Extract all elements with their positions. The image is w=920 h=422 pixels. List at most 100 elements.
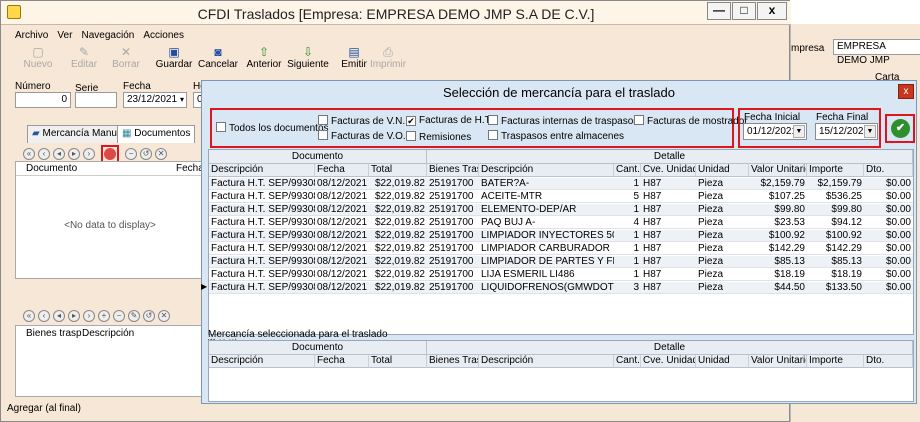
tab-documentos[interactable]: ▦ Documentos: [117, 125, 196, 143]
band-detalle: Detalle: [427, 341, 913, 355]
table-row[interactable]: Factura H.T. SEP/99308 08/12/2021 $22,019.…: [209, 217, 913, 229]
imprimir-button[interactable]: ⎙ Imprimir: [365, 45, 411, 73]
col-cve-unidad[interactable]: Cve. Unidad: [641, 355, 696, 368]
minimize-button[interactable]: —: [707, 2, 731, 20]
fecha-field[interactable]: 23/12/2021 ▾: [123, 92, 187, 108]
cell-valor-unitario: $18.19: [774, 269, 805, 280]
menu-acciones[interactable]: Acciones: [143, 30, 184, 41]
accept-button[interactable]: ✔: [891, 119, 910, 138]
anterior-button[interactable]: ⇧ Anterior: [241, 45, 287, 73]
next-page-icon[interactable]: ›: [83, 148, 95, 160]
grid-icon: ▦: [122, 128, 132, 139]
undo-icon[interactable]: ↺: [143, 310, 155, 322]
cell-cve-unidad: H87: [643, 191, 662, 202]
first-icon[interactable]: «: [23, 148, 35, 160]
facturas-vo-checkbox[interactable]: Facturas de V.O.: [318, 130, 406, 142]
remove-icon[interactable]: −: [125, 148, 138, 160]
table-row[interactable]: Factura H.T. SEP/99308 08/12/2021 $22,019.…: [209, 204, 913, 216]
col-bienes-trasp[interactable]: Bienes Trasp: [427, 164, 479, 177]
facturas-vn-checkbox[interactable]: Facturas de V.N.: [318, 115, 405, 127]
col-importe[interactable]: Importe: [807, 355, 864, 368]
numero-field[interactable]: 0: [15, 92, 71, 108]
todos-documentos-checkbox[interactable]: Todos los documentos: [216, 122, 329, 134]
col-fecha[interactable]: Fecha: [315, 164, 369, 177]
col-descripcion-detalle[interactable]: Descripción: [479, 164, 614, 177]
col-valor-unitario[interactable]: Valor Unitario: [749, 164, 807, 177]
facturas-ht-checkbox[interactable]: ✔ Facturas de H.T.: [406, 115, 492, 126]
guardar-button[interactable]: ▣ Guardar: [151, 45, 197, 73]
cell-descripcion-detalle: ACEITE-MTR: [481, 191, 543, 202]
col-cve-unidad[interactable]: Cve. Unidad: [641, 164, 696, 177]
documents-grid[interactable]: Documento Fecha <No data to display>: [15, 161, 205, 279]
cell-dto: $0.00: [885, 282, 911, 293]
col-dto[interactable]: Dto.: [864, 355, 913, 368]
menu-navegacion[interactable]: Navegación: [82, 30, 135, 41]
cancelar-button[interactable]: ◙ Cancelar: [195, 45, 241, 73]
menu-ver[interactable]: Ver: [57, 30, 72, 41]
cell-total: $22,019.82: [374, 178, 425, 189]
col-valor-unitario[interactable]: Valor Unitario: [749, 355, 807, 368]
col-dto[interactable]: Dto.: [864, 164, 913, 177]
table-row[interactable]: Factura H.T. SEP/99308 08/12/2021 $22,019.…: [201, 282, 913, 294]
col-bienes-trasp: Bienes trasp: [26, 328, 82, 339]
siguiente-button[interactable]: ⇩ Siguiente: [285, 45, 331, 73]
col-unidad[interactable]: Unidad: [696, 164, 749, 177]
close-button[interactable]: x: [757, 2, 787, 20]
table-row[interactable]: Factura H.T. SEP/99308 08/12/2021 $22,019.…: [209, 269, 913, 281]
table-row[interactable]: Factura H.T. SEP/99308 08/12/2021 $22,019.…: [209, 243, 913, 255]
undo-icon[interactable]: ↺: [140, 148, 153, 160]
cell-dto: $0.00: [885, 230, 911, 241]
remove-icon[interactable]: −: [113, 310, 125, 322]
table-row[interactable]: Factura H.T. SEP/99308 08/12/2021 $22,019.…: [209, 256, 913, 268]
col-unidad[interactable]: Unidad: [696, 355, 749, 368]
col-cant[interactable]: Cant.: [614, 355, 641, 368]
col-descripcion[interactable]: Descripción: [209, 355, 315, 368]
col-descripcion-detalle[interactable]: Descripción: [479, 355, 614, 368]
selected-items-grid[interactable]: Documento Detalle Descripción Fecha Total Bie…: [208, 340, 914, 402]
col-total[interactable]: Total: [369, 164, 427, 177]
next-icon[interactable]: ▸: [68, 310, 80, 322]
first-icon[interactable]: «: [23, 310, 35, 322]
fecha-final-picker[interactable]: 15/12/2021 ▼: [815, 123, 878, 140]
chevron-down-icon: ▼: [864, 125, 876, 138]
next-icon[interactable]: ▸: [68, 148, 80, 160]
cell-dto: $0.00: [885, 256, 911, 267]
traspasos-almacenes-checkbox[interactable]: Traspasos entre almacenes: [488, 130, 624, 142]
borrar-button[interactable]: ✕ Borrar: [103, 45, 149, 73]
available-items-grid[interactable]: Documento Detalle Descripción Fecha Total Bie…: [201, 149, 914, 335]
next-page-icon[interactable]: ›: [83, 310, 95, 322]
prev-icon[interactable]: ◂: [53, 148, 65, 160]
table-row[interactable]: Factura H.T. SEP/99308 08/12/2021 $22,019.…: [209, 230, 913, 242]
col-bienes-trasp[interactable]: Bienes Trasp: [427, 355, 479, 368]
empresa-field[interactable]: EMPRESA DEMO JMP: [833, 39, 920, 66]
fecha-inicial-picker[interactable]: 01/12/2021 ▼: [743, 123, 807, 140]
table-row[interactable]: Factura H.T. SEP/99308 08/12/2021 $22,019.…: [209, 191, 913, 203]
cell-cve-unidad: H87: [643, 269, 662, 280]
serie-field[interactable]: [75, 92, 117, 108]
maximize-button[interactable]: □: [732, 2, 756, 20]
prev-page-icon[interactable]: ‹: [38, 310, 50, 322]
facturas-internas-checkbox[interactable]: Facturas internas de traspasos: [488, 115, 638, 127]
edit-icon[interactable]: ✎: [128, 310, 140, 322]
col-importe[interactable]: Importe: [807, 164, 864, 177]
prev-icon[interactable]: ◂: [53, 310, 65, 322]
menu-archivo[interactable]: Archivo: [15, 30, 48, 41]
cell-total: $22,019.82: [374, 217, 425, 228]
nuevo-button[interactable]: ▢ Nuevo: [15, 45, 61, 73]
remisiones-checkbox[interactable]: Remisiones: [406, 131, 471, 143]
table-row[interactable]: Factura H.T. SEP/99308 08/12/2021 $22,019.…: [209, 178, 913, 190]
editar-button[interactable]: ✎ Editar: [61, 45, 107, 73]
add-icon[interactable]: +: [98, 310, 110, 322]
tab-mercancia-manual[interactable]: ▰ Mercancía Manual: [27, 125, 130, 143]
facturas-mostrador-checkbox[interactable]: Facturas de mostrador: [634, 115, 748, 127]
dialog-close-button[interactable]: x: [898, 84, 914, 99]
checkbox-label: Traspasos entre almacenes: [501, 131, 625, 142]
cancel-icon[interactable]: ✕: [155, 148, 168, 160]
col-cant[interactable]: Cant.: [614, 164, 641, 177]
col-descripcion[interactable]: Descripción: [209, 164, 315, 177]
cancel-icon[interactable]: ✕: [158, 310, 170, 322]
col-total[interactable]: Total: [369, 355, 427, 368]
items-grid[interactable]: Bienes trasp Descripción: [15, 325, 205, 397]
col-fecha[interactable]: Fecha: [315, 355, 369, 368]
prev-page-icon[interactable]: ‹: [38, 148, 50, 160]
